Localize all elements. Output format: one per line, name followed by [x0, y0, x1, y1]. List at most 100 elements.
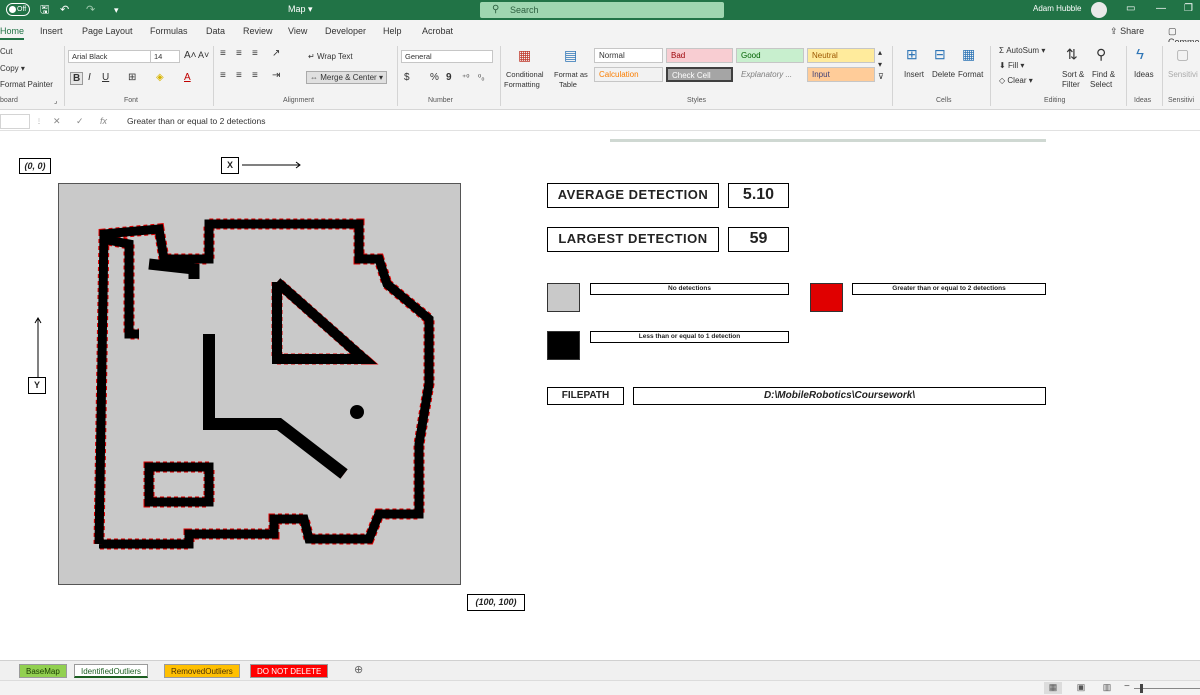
autosave-toggle[interactable]: Off [6, 3, 30, 16]
normal-view-icon[interactable]: ▦ [1044, 682, 1062, 694]
format-as-table-button[interactable]: Format as [554, 70, 588, 79]
format-as-table-icon[interactable]: ▤ [564, 47, 577, 64]
tab-data[interactable]: Data [206, 26, 225, 36]
zoom-out-icon[interactable]: − [1124, 681, 1130, 692]
dialog-launcher-icon[interactable]: ⌟ [54, 97, 57, 105]
conditional-formatting-icon[interactable]: ▦ [518, 47, 531, 64]
sensitivity-button[interactable]: Sensitivi [1168, 70, 1198, 79]
style-input[interactable]: Input [807, 67, 875, 82]
align-left-icon[interactable]: ≡ [220, 70, 226, 81]
tab-home[interactable]: Home [0, 26, 25, 40]
find-select-button[interactable]: Find & [1092, 70, 1115, 79]
align-middle-icon[interactable]: ≡ [236, 48, 242, 59]
italic-button[interactable]: I [88, 72, 91, 83]
user-name[interactable]: Adam Hubble [1033, 4, 1081, 13]
tab-help[interactable]: Help [383, 26, 402, 36]
zoom-slider[interactable] [1134, 688, 1200, 689]
comma-button[interactable]: 9 [446, 72, 452, 83]
formula-input[interactable]: Greater than or equal to 2 detections [127, 116, 265, 126]
scroll-down-icon[interactable]: ▾ [878, 60, 882, 69]
sort-filter-icon[interactable]: ⇅ [1066, 46, 1078, 63]
borders-icon[interactable]: ⊞ [128, 72, 136, 83]
indent-icon[interactable]: ⇥ [272, 70, 280, 81]
insert-cells-button[interactable]: Insert [904, 70, 924, 79]
percent-button[interactable]: % [430, 72, 439, 83]
ideas-button[interactable]: Ideas [1134, 70, 1154, 79]
font-size-select[interactable]: 14 [150, 50, 180, 63]
currency-button[interactable]: $ [404, 72, 410, 83]
ideas-icon[interactable]: ϟ [1136, 46, 1144, 63]
insert-function-icon[interactable]: fx [100, 116, 107, 126]
customize-icon[interactable]: ▾ [114, 3, 119, 17]
name-box[interactable] [0, 114, 30, 129]
tab-review[interactable]: Review [243, 26, 273, 36]
increase-decimal-icon[interactable]: ⁺⁰ [462, 73, 469, 82]
style-neutral[interactable]: Neutral [807, 48, 875, 63]
format-cells-button[interactable]: Format [958, 70, 983, 79]
tab-acrobat[interactable]: Acrobat [422, 26, 453, 36]
share-button[interactable]: ⇪ Share [1110, 26, 1144, 37]
font-color-icon[interactable]: A [184, 72, 191, 83]
align-bottom-icon[interactable]: ≡ [252, 48, 258, 59]
sheet-tab-removed-outliers[interactable]: RemovedOutliers [164, 664, 240, 678]
style-explanatory[interactable]: Explanatory ... [736, 67, 804, 82]
bold-button[interactable]: B [70, 72, 84, 85]
style-normal[interactable]: Normal [594, 48, 663, 63]
sheet-tab-do-not-delete[interactable]: DO NOT DELETE [250, 664, 329, 678]
autosum-button[interactable]: Σ AutoSum ▾ [999, 46, 1045, 55]
align-right-icon[interactable]: ≡ [252, 70, 258, 81]
format-painter-button[interactable]: Format Painter [0, 80, 53, 89]
more-styles-icon[interactable]: ⊽ [878, 72, 884, 81]
style-bad[interactable]: Bad [666, 48, 733, 63]
minimize-icon[interactable]: — [1156, 3, 1166, 14]
avatar[interactable] [1091, 2, 1107, 18]
tab-page-layout[interactable]: Page Layout [82, 26, 133, 36]
number-format-select[interactable]: General [401, 50, 493, 63]
wrap-text-button[interactable]: ↵ Wrap Text [308, 52, 353, 61]
delete-cells-button[interactable]: Delete [932, 70, 955, 79]
orientation-icon[interactable]: ↗ [272, 48, 280, 59]
redo-icon[interactable]: ↷ [86, 3, 95, 17]
shrink-font-icon[interactable]: A˅ [198, 50, 209, 60]
fill-color-icon[interactable]: ◈ [156, 72, 164, 83]
save-icon[interactable]: 🖫 [40, 3, 49, 17]
document-title[interactable]: Map ▾ [288, 4, 313, 15]
style-good[interactable]: Good [736, 48, 804, 63]
copy-button[interactable]: Copy ▾ [0, 64, 25, 73]
format-cells-icon[interactable]: ▦ [962, 46, 975, 63]
tab-view[interactable]: View [288, 26, 307, 36]
style-check-cell[interactable]: Check Cell [666, 67, 733, 82]
sensitivity-icon[interactable]: ▢ [1176, 46, 1189, 63]
tab-developer[interactable]: Developer [325, 26, 366, 36]
conditional-formatting-button[interactable]: Conditional [506, 70, 544, 79]
undo-icon[interactable]: ↶ [60, 3, 69, 17]
tab-formulas[interactable]: Formulas [150, 26, 188, 36]
search-box[interactable]: ⚲ Search [480, 2, 724, 18]
tab-insert[interactable]: Insert [40, 26, 63, 36]
add-sheet-icon[interactable]: ⊕ [354, 663, 363, 676]
fill-button[interactable]: ⬇ Fill ▾ [999, 61, 1024, 70]
align-top-icon[interactable]: ≡ [220, 48, 226, 59]
sheet-tab-identified-outliers[interactable]: IdentifiedOutliers [74, 664, 149, 678]
find-select-icon[interactable]: ⚲ [1096, 46, 1106, 63]
underline-button[interactable]: U [102, 72, 109, 83]
insert-cells-icon[interactable]: ⊞ [906, 46, 918, 63]
delete-cells-icon[interactable]: ⊟ [934, 46, 946, 63]
zoom-slider-thumb[interactable] [1140, 684, 1143, 693]
page-break-icon[interactable]: ▥ [1098, 682, 1116, 694]
sheet-tab-basemap[interactable]: BaseMap [19, 664, 67, 678]
style-calculation[interactable]: Calculation [594, 67, 663, 82]
filepath-value[interactable]: D:\MobileRobotics\Coursework\ [633, 387, 1046, 405]
restore-icon[interactable]: ❐ [1184, 3, 1193, 14]
grow-font-icon[interactable]: A˄ [184, 50, 197, 61]
page-layout-icon[interactable]: ▣ [1072, 682, 1090, 694]
merge-center-button[interactable]: ⇔ Merge & Center ▾ [306, 71, 387, 84]
align-center-icon[interactable]: ≡ [236, 70, 242, 81]
cut-button[interactable]: Cut [0, 47, 12, 56]
sort-filter-button[interactable]: Sort & [1062, 70, 1084, 79]
enter-icon[interactable]: ✓ [76, 116, 84, 127]
ribbon-options-icon[interactable]: ▭ [1126, 3, 1135, 14]
clear-button[interactable]: ◇ Clear ▾ [999, 76, 1033, 85]
decrease-decimal-icon[interactable]: ⁰₀ [478, 73, 485, 82]
cancel-icon[interactable]: ✕ [53, 116, 61, 127]
